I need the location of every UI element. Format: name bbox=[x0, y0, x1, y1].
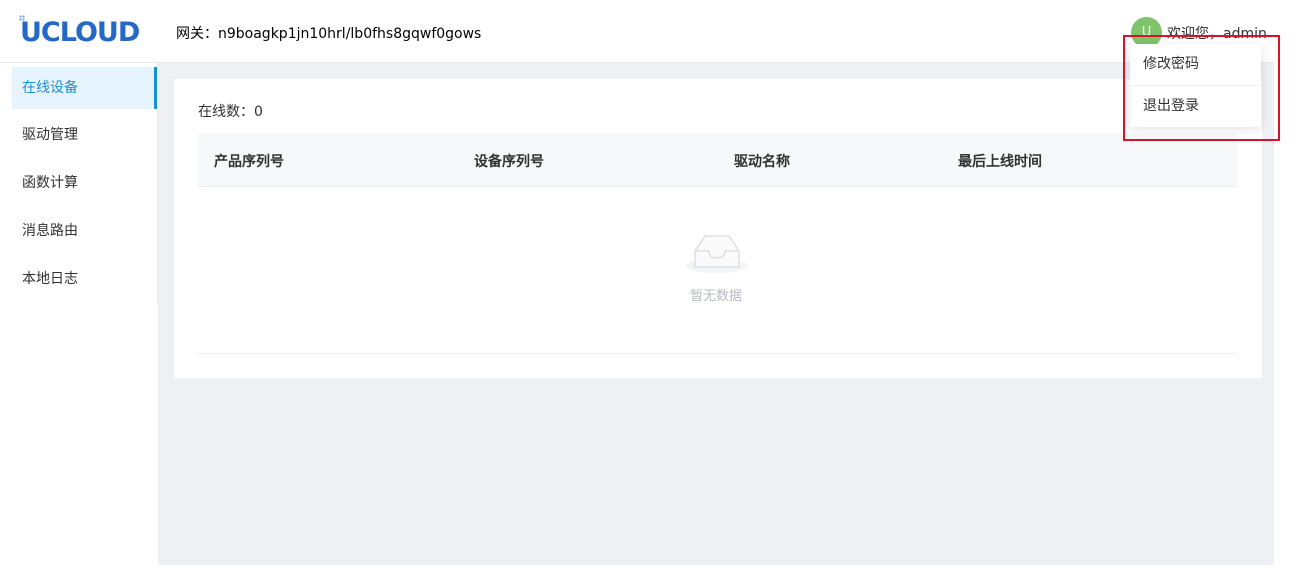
highlight-box bbox=[1123, 35, 1280, 141]
sidebar-item-online-devices[interactable]: 在线设备 bbox=[12, 67, 157, 109]
column-device-serial: 设备序列号 bbox=[474, 154, 544, 170]
column-last-online-time: 最后上线时间 bbox=[958, 154, 1042, 170]
online-count: 在线数：0 bbox=[198, 104, 263, 120]
sidebar-item-driver-management[interactable]: 驱动管理 bbox=[12, 111, 157, 159]
top-header: UCLOUD 网关：n9boagkp1jn10hrl/lb0fhs8gqwf0g… bbox=[0, 0, 1274, 63]
column-product-serial: 产品序列号 bbox=[214, 154, 284, 170]
logo[interactable]: UCLOUD bbox=[20, 17, 140, 48]
device-card bbox=[174, 79, 1262, 378]
gateway-label: 网关：n9boagkp1jn10hrl/lb0fhs8gqwf0gows bbox=[176, 26, 482, 42]
sidebar-item-function-compute[interactable]: 函数计算 bbox=[12, 159, 157, 207]
empty-inbox-icon bbox=[686, 235, 748, 273]
sidebar-item-message-routing[interactable]: 消息路由 bbox=[12, 207, 157, 255]
sidebar-item-local-logs[interactable]: 本地日志 bbox=[12, 255, 157, 303]
table-header: 产品序列号 设备序列号 驱动名称 最后上线时间 bbox=[198, 133, 1237, 187]
empty-data-text: 暂无数据 bbox=[690, 289, 743, 304]
sidebar: 在线设备 驱动管理 函数计算 消息路由 本地日志 bbox=[12, 63, 158, 303]
column-driver-name: 驱动名称 bbox=[734, 154, 790, 170]
table-bottom-border bbox=[198, 353, 1237, 354]
